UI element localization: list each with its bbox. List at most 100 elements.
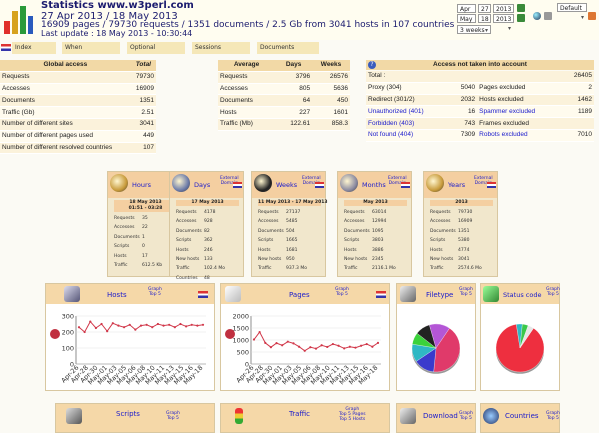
status-code-icon (483, 286, 499, 302)
to-month-select[interactable]: May (457, 14, 476, 23)
period-stat-row: Scripts 3803 (344, 237, 407, 245)
stat-label: Traffic (176, 266, 190, 272)
download-link[interactable]: Download (423, 412, 458, 420)
stat-value: 102.4 Mo (204, 266, 225, 272)
status-code-graph-top5-link[interactable]: Graph Top 5 (546, 287, 560, 297)
not-found-link[interactable]: Not found (404) (368, 131, 413, 138)
stat-value: 3886 (372, 247, 384, 253)
hosts-graph-panel: Hosts Graph Top 5 0 100 200 300 Apr-26 Apr-28… (45, 283, 215, 391)
traffic-graph-top5-link[interactable]: Graph Top 5 Pages Top 5 Hosts (339, 407, 366, 422)
stat-label: Accesses (344, 219, 365, 225)
data-point (337, 344, 340, 347)
period-date: May 2013 (344, 200, 407, 206)
scripts-link[interactable]: Scripts (116, 410, 140, 418)
data-point (303, 349, 306, 352)
robots-excluded-link[interactable]: Robots excluded (479, 131, 527, 138)
row-value: 7309 (450, 129, 478, 142)
stat-label: Hosts (114, 253, 127, 259)
global-access-table: Global access Total Requests 79730 Access… (0, 60, 156, 155)
row-label: Number of different sites (0, 118, 131, 131)
period-date: 17 May 2013 (176, 200, 239, 206)
nav-documents[interactable]: Documents (257, 42, 319, 54)
w3perl-logo[interactable] (2, 3, 34, 35)
stat-label: Traffic (344, 266, 358, 272)
y-tick-label: 100 (62, 345, 74, 353)
printer-icon[interactable] (544, 12, 552, 20)
flag-icon[interactable] (487, 182, 496, 188)
period-title-link[interactable]: Days (194, 181, 210, 189)
calendar-icon[interactable] (517, 4, 525, 12)
scripts-graph-top5-link[interactable]: Graph Top 5 (166, 411, 180, 421)
stat-value: 5485 (286, 219, 298, 225)
calendar-icon[interactable] (517, 14, 525, 22)
hosts-graph-top5-link[interactable]: Graph Top 5 (148, 287, 162, 297)
chart-type-icon (50, 329, 60, 339)
flag-icon[interactable] (401, 182, 410, 188)
data-point (162, 324, 165, 327)
nav-index[interactable]: Index (12, 42, 56, 54)
countries-graph-top5-link[interactable]: Graph Top 5 (546, 411, 560, 421)
traffic-panel: Traffic Graph Top 5 Pages Top 5 Hosts (220, 403, 390, 433)
period-stat-row: Requests 35 (114, 215, 177, 223)
stat-value: 2116.1 Mo (372, 266, 396, 272)
traffic-link[interactable]: Traffic (289, 410, 310, 418)
period-title-link[interactable]: Weeks (276, 181, 297, 189)
period-panel-months: Months External Domain May 2013 Requests 6… (337, 171, 412, 277)
flag-icon[interactable] (233, 182, 242, 188)
unauthorized-link[interactable]: Unauthorized (401) (368, 108, 424, 115)
period-stat-row: Hosts 4774 (430, 247, 493, 255)
period-title-link[interactable]: Years (448, 181, 465, 189)
y-tick-label: 500 (237, 349, 249, 357)
period-stat-row: Documents 1095 (344, 228, 407, 236)
clock-icon (340, 174, 358, 192)
pages-graph-top5-link[interactable]: Graph Top 5 (335, 287, 349, 297)
nav-when[interactable]: When (62, 42, 120, 54)
stat-label: Scripts (114, 244, 130, 250)
nav-optional[interactable]: Optional (127, 42, 185, 54)
theme-select[interactable]: Default (557, 3, 587, 12)
globe-icon[interactable] (533, 12, 541, 20)
status-code-link[interactable]: Status code (503, 291, 541, 299)
period-date: 2013 (430, 200, 493, 206)
period-title-link[interactable]: Months (362, 181, 386, 189)
data-point (371, 345, 374, 348)
period-title-link[interactable]: Hours (132, 181, 151, 189)
data-point (196, 324, 199, 327)
from-month-select[interactable]: Apr (457, 4, 476, 13)
stat-label: New hosts (344, 257, 368, 262)
row-label: Hosts (218, 106, 276, 119)
from-year-select[interactable]: 2013 (493, 4, 514, 13)
download-graph-top5-link[interactable]: Graph Top 5 (459, 411, 473, 421)
spammer-excluded-link[interactable]: Spammer excluded (479, 108, 535, 115)
flag-icon[interactable] (376, 291, 386, 298)
site-title: Statistics www.w3perl.com (41, 0, 194, 11)
filetype-link[interactable]: Filetype (426, 291, 453, 299)
nav-sessions[interactable]: Sessions (192, 42, 250, 54)
period-panel-weeks: Weeks External Domain 11 May 2013 - 17 M… (251, 171, 327, 277)
uk-flag-icon[interactable] (1, 44, 11, 51)
stat-label: Requests (430, 210, 451, 215)
filetype-graph-top5-link[interactable]: Graph Top 5 (459, 287, 473, 297)
period-stat-row: Requests 27137 (258, 209, 321, 217)
filetype-icon (400, 286, 416, 302)
period-stat-row: Requests 4178 (176, 209, 239, 217)
stat-label: New hosts (258, 257, 282, 262)
period-select[interactable]: 3 weeks (457, 25, 491, 34)
countries-link[interactable]: Countries (505, 412, 539, 420)
from-day-select[interactable]: 27 (478, 4, 491, 13)
row-label: Pages excluded (477, 82, 563, 95)
row-label: Requests (218, 71, 276, 84)
to-day-select[interactable]: 18 (478, 14, 491, 23)
panel-header: Years External Domain (424, 172, 497, 198)
stat-value: 937.3 Mo (286, 266, 307, 272)
forbidden-link[interactable]: Forbidden (403) (368, 120, 414, 127)
rss-icon[interactable] (588, 12, 596, 20)
filetype-pie-chart (411, 323, 461, 374)
flag-icon[interactable] (198, 291, 208, 298)
stat-value: 22 (142, 225, 148, 231)
data-point (320, 344, 323, 347)
to-year-select[interactable]: 2013 (493, 14, 514, 23)
pages-link[interactable]: Pages (289, 291, 310, 299)
hosts-link[interactable]: Hosts (107, 291, 127, 299)
flag-icon[interactable] (315, 182, 324, 188)
